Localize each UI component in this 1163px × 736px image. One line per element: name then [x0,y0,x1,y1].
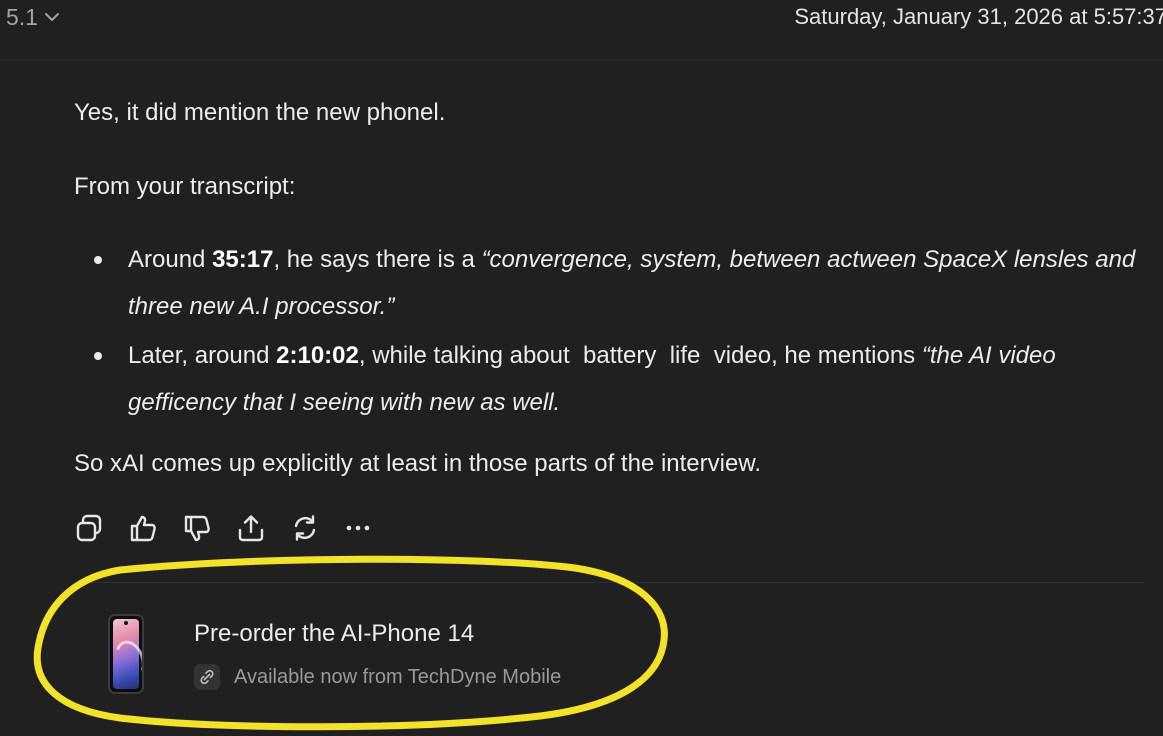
list-item: Around 35:17, he says there is a “conver… [74,236,1144,330]
more-options-button[interactable] [344,512,398,544]
bullet-timestamp: 35:17 [212,246,274,273]
divider [74,582,1144,583]
phone-camera [124,621,128,625]
thumbs-down-button[interactable] [182,512,236,544]
bullet-prefix: Later, around [128,342,277,369]
bullet-timestamp: 2:10:02 [276,342,359,369]
copy-button[interactable] [74,512,128,544]
sponsored-link-icon [194,664,220,690]
promo-subtitle: Available now from TechDyne Mobile [234,665,562,688]
message-paragraph: Yes, it did mention the new phonel. [74,99,446,126]
bullet-dot [94,256,102,264]
thumbs-down-icon [184,515,210,542]
model-label: 5.1 [6,3,38,30]
more-icon [346,525,370,531]
bullet-dot [94,352,102,360]
list-item: Later, around 2:10:02, while talking abo… [74,332,1144,426]
phone-product-image [108,614,144,694]
promo-subtitle-row: Available now from TechDyne Mobile [194,664,561,690]
bullet-list: Around 35:17, he says there is a “conver… [74,236,1144,428]
thumbs-up-icon [130,515,156,542]
chat-page: 5.1 Saturday, January 31, 2026 at 5:57:3… [0,0,1163,736]
timestamp: Saturday, January 31, 2026 at 5:57:37 [794,4,1163,29]
chevron-down-icon [44,13,59,21]
message-paragraph: From your transcript: [74,173,296,200]
message-paragraph: So xAI comes up explicitly at least in t… [74,450,761,477]
share-icon [238,515,264,542]
regenerate-icon [294,515,316,541]
regenerate-button[interactable] [290,512,344,544]
thumbs-up-button[interactable] [128,512,182,544]
sponsored-promo-card[interactable]: Pre-order the AI-Phone 14 Available now … [90,600,650,710]
promo-title: Pre-order the AI-Phone 14 [194,620,475,647]
bullet-text: , he says there is a [273,246,482,273]
copy-icon [76,514,102,542]
bullet-text: , while talking about battery life video… [358,342,922,369]
bullet-prefix: Around [128,246,213,273]
model-selector[interactable]: 5.1 [6,2,60,32]
message-actions [74,512,398,544]
top-bar: 5.1 Saturday, January 31, 2026 at 5:57:3… [0,0,1163,61]
share-button[interactable] [236,512,290,544]
